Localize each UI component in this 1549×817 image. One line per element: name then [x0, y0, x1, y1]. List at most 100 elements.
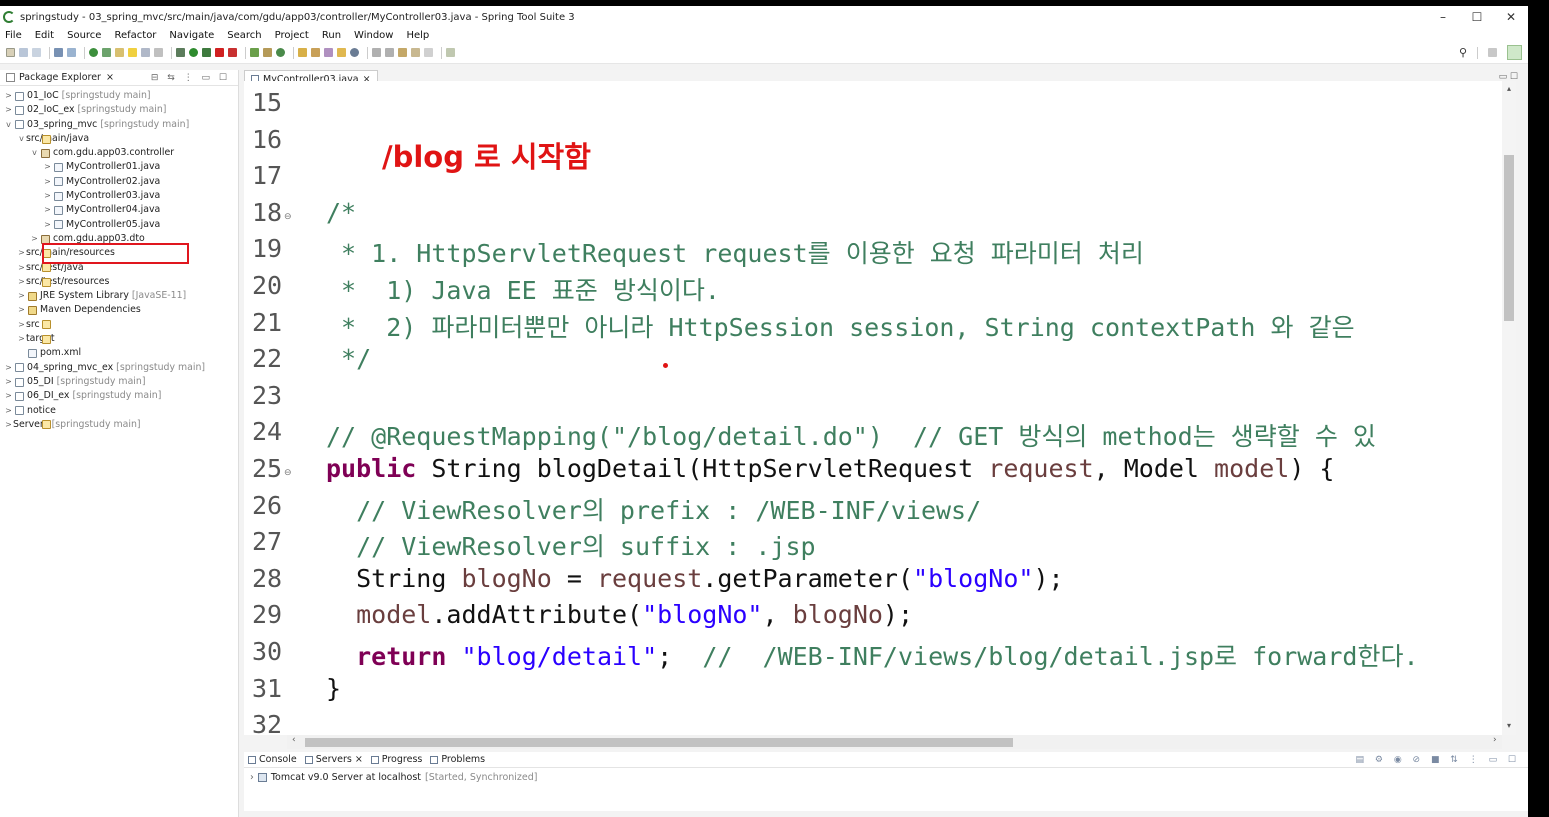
- chevron-right-icon[interactable]: >: [17, 246, 26, 260]
- code-editor[interactable]: 15 16 17 18 ⊖ 19 20 21 22 23 24 25 ⊖ 26 27 28 29 30 31 32 /…: [244, 81, 1502, 735]
- tree-item[interactable]: > MyController01.java: [0, 160, 238, 174]
- code-line[interactable]: // ViewResolver의 suffix : .jsp: [326, 527, 816, 563]
- code-line[interactable]: */: [326, 344, 371, 373]
- chevron-down-icon[interactable]: v: [4, 118, 13, 132]
- menu-run[interactable]: Run: [322, 30, 341, 41]
- vertical-scrollbar[interactable]: ▴ ▾: [1502, 81, 1516, 735]
- new-icon[interactable]: [6, 48, 15, 57]
- code-line[interactable]: model.addAttribute("blogNo", blogNo);: [326, 600, 913, 629]
- debug-icon[interactable]: [176, 48, 185, 57]
- menu-file[interactable]: File: [5, 30, 22, 41]
- tree-item[interactable]: v 03_spring_mvc [springstudy main]: [0, 118, 238, 132]
- close-icon[interactable]: ×: [106, 72, 114, 83]
- tab-problems[interactable]: Problems: [430, 754, 485, 765]
- menu-help[interactable]: Help: [406, 30, 429, 41]
- spring-icon[interactable]: [115, 48, 124, 57]
- chevron-right-icon[interactable]: >: [4, 89, 13, 103]
- package-explorer-tab[interactable]: Package Explorer × ⊟ ⇆ ⋮ ▭ ☐: [0, 70, 238, 86]
- pin-editor-icon[interactable]: [446, 48, 455, 57]
- scroll-left-icon[interactable]: ‹: [292, 735, 296, 745]
- minimize-button[interactable]: –: [1426, 6, 1460, 28]
- chevron-right-icon[interactable]: >: [17, 318, 26, 332]
- tab-console[interactable]: Console: [248, 754, 297, 765]
- tree-item[interactable]: v src/main/java: [0, 132, 238, 146]
- tree-item[interactable]: > MyController05.java: [0, 218, 238, 232]
- server-row[interactable]: › Tomcat v9.0 Server at localhost [Start…: [244, 768, 1528, 783]
- previous-annotation-icon[interactable]: [385, 48, 394, 57]
- horizontal-scrollbar[interactable]: ‹ ›: [287, 735, 1502, 749]
- highlight-icon[interactable]: [128, 48, 137, 57]
- block-selection-icon[interactable]: [154, 48, 163, 57]
- chevron-right-icon[interactable]: >: [4, 361, 13, 375]
- chevron-right-icon[interactable]: >: [4, 103, 13, 117]
- new-server-icon[interactable]: [250, 48, 259, 57]
- tree-item[interactable]: v com.gdu.app03.controller: [0, 146, 238, 160]
- save-icon[interactable]: [19, 48, 28, 57]
- tree-item[interactable]: >02_IoC_ex [springstudy main]: [0, 103, 238, 117]
- chevron-right-icon[interactable]: >: [17, 303, 26, 317]
- tree-item[interactable]: > MyController02.java: [0, 175, 238, 189]
- forward-icon[interactable]: [424, 48, 433, 57]
- code-line[interactable]: /*: [326, 198, 356, 227]
- tab-progress[interactable]: Progress: [370, 754, 422, 765]
- coverage-icon[interactable]: [202, 48, 211, 57]
- code-line[interactable]: }: [326, 674, 341, 703]
- chevron-right-icon[interactable]: >: [4, 404, 13, 418]
- tab-servers[interactable]: Servers ×: [304, 754, 363, 765]
- tree-item[interactable]: > notice: [0, 404, 238, 418]
- chevron-right-icon[interactable]: >: [4, 375, 13, 389]
- chevron-right-icon[interactable]: >: [17, 275, 26, 289]
- chevron-right-icon[interactable]: >: [17, 261, 26, 275]
- external-tools-icon[interactable]: [228, 48, 237, 57]
- open-task-icon[interactable]: [311, 48, 320, 57]
- chevron-right-icon[interactable]: >: [17, 289, 26, 303]
- tree-item[interactable]: >04_spring_mvc_ex [springstudy main]: [0, 361, 238, 375]
- fold-toggle-icon[interactable]: ⊖: [284, 212, 292, 222]
- open-perspective-icon[interactable]: [1488, 48, 1497, 57]
- search-tool-icon[interactable]: [324, 48, 333, 57]
- open-type-icon[interactable]: [298, 48, 307, 57]
- tree-item[interactable]: > MyController03.java: [0, 189, 238, 203]
- chevron-right-icon[interactable]: >: [43, 203, 52, 217]
- open-folder-icon[interactable]: [337, 48, 346, 57]
- tree-item[interactable]: >05_DI [springstudy main]: [0, 375, 238, 389]
- tree-item[interactable]: > target: [0, 332, 238, 346]
- tree-item[interactable]: > src/test/resources: [0, 275, 238, 289]
- code-line[interactable]: * 1. HttpServletRequest request를 이용한 요청 …: [326, 234, 1144, 270]
- web-browser-icon[interactable]: [350, 48, 359, 57]
- last-edit-icon[interactable]: [398, 48, 407, 57]
- fold-toggle-icon[interactable]: ⊖: [284, 468, 292, 478]
- menu-navigate[interactable]: Navigate: [169, 30, 214, 41]
- back-icon[interactable]: [411, 48, 420, 57]
- chevron-right-icon[interactable]: >: [17, 332, 26, 346]
- new-package-icon[interactable]: [263, 48, 272, 57]
- menu-edit[interactable]: Edit: [35, 30, 54, 41]
- chevron-down-icon[interactable]: v: [30, 146, 39, 160]
- mark-occurrences-icon[interactable]: [141, 48, 150, 57]
- save-all-icon[interactable]: [32, 48, 41, 57]
- tree-item[interactable]: > JRE System Library [JavaSE-11]: [0, 289, 238, 303]
- scroll-up-icon[interactable]: ▴: [1502, 84, 1516, 93]
- chevron-right-icon[interactable]: >: [43, 175, 52, 189]
- menu-source[interactable]: Source: [67, 30, 101, 41]
- stop-icon[interactable]: [215, 48, 224, 57]
- skip-breakpoints-icon[interactable]: [89, 48, 98, 57]
- tree-item[interactable]: > MyController04.java: [0, 203, 238, 217]
- menu-refactor[interactable]: Refactor: [114, 30, 156, 41]
- close-button[interactable]: ✕: [1494, 6, 1528, 28]
- menu-window[interactable]: Window: [354, 30, 393, 41]
- code-line[interactable]: return "blog/detail"; // /WEB-INF/views/…: [326, 637, 1418, 673]
- view-controls[interactable]: ⊟ ⇆ ⋮ ▭ ☐: [151, 73, 230, 83]
- tree-item[interactable]: >01_IoC [springstudy main]: [0, 89, 238, 103]
- terminal-icon[interactable]: [54, 48, 63, 57]
- run-icon[interactable]: [189, 48, 198, 57]
- scroll-right-icon[interactable]: ›: [1493, 735, 1497, 745]
- code-line[interactable]: // ViewResolver의 prefix : /WEB-INF/views…: [326, 491, 981, 527]
- tree-item[interactable]: > Servers [springstudy main]: [0, 418, 238, 432]
- chevron-right-icon[interactable]: >: [4, 389, 13, 403]
- close-icon[interactable]: ×: [355, 754, 363, 765]
- scroll-down-icon[interactable]: ▾: [1502, 721, 1516, 730]
- chevron-down-icon[interactable]: v: [17, 132, 26, 146]
- server-view-controls[interactable]: ▤ ⚙ ◉ ⊘ ■ ⇅ ⋮ ▭ ☐: [1356, 755, 1520, 765]
- tree-item[interactable]: > Maven Dependencies: [0, 303, 238, 317]
